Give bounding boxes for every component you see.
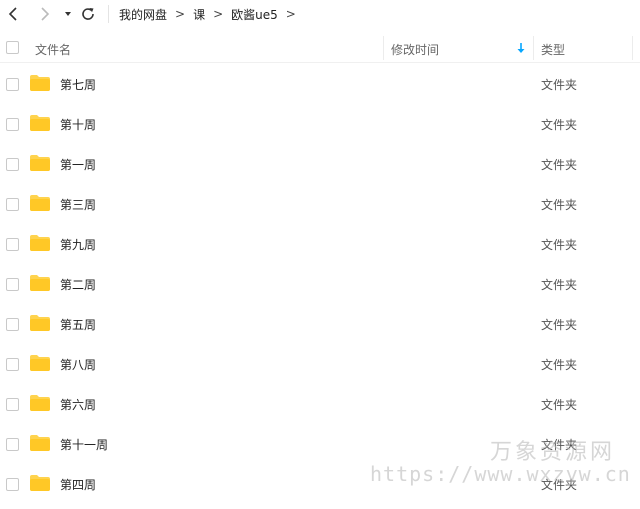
select-all-checkbox[interactable] — [6, 41, 19, 54]
file-name[interactable]: 第六周 — [60, 396, 96, 413]
folder-icon — [30, 315, 50, 331]
file-name[interactable]: 第八周 — [60, 356, 96, 373]
breadcrumb-separator: > — [175, 7, 186, 21]
row-checkbox[interactable] — [6, 478, 19, 491]
row-checkbox[interactable] — [6, 398, 19, 411]
file-type: 文件夹 — [541, 118, 578, 132]
file-name[interactable]: 第十周 — [60, 116, 96, 133]
file-type: 文件夹 — [541, 78, 578, 92]
file-type: 文件夹 — [541, 198, 578, 212]
list-item[interactable]: 第八周 文件夹 — [0, 344, 640, 384]
file-name[interactable]: 第十一周 — [60, 436, 108, 453]
chevron-right-icon — [41, 7, 50, 21]
file-type: 文件夹 — [541, 318, 578, 332]
list-item[interactable]: 第九周 文件夹 — [0, 224, 640, 264]
list-item[interactable]: 第一周 文件夹 — [0, 144, 640, 184]
folder-icon — [30, 355, 50, 371]
folder-icon — [30, 155, 50, 171]
breadcrumb-item-my-drive[interactable]: 我的网盘 — [119, 6, 167, 23]
column-divider[interactable] — [533, 36, 534, 60]
row-checkbox[interactable] — [6, 438, 19, 451]
list-item[interactable]: 第五周 文件夹 — [0, 304, 640, 344]
file-name[interactable]: 第七周 — [60, 76, 96, 93]
file-name[interactable]: 第四周 — [60, 476, 96, 493]
list-item[interactable]: 第六周 文件夹 — [0, 384, 640, 424]
row-checkbox[interactable] — [6, 318, 19, 331]
column-header-type[interactable]: 类型 — [541, 41, 565, 58]
list-item[interactable]: 第七周 文件夹 — [0, 64, 640, 104]
breadcrumb-item-course[interactable]: 课 — [193, 6, 205, 23]
folder-icon — [30, 275, 50, 291]
file-type: 文件夹 — [541, 358, 578, 372]
forward-button[interactable] — [34, 4, 54, 24]
column-header-modified[interactable]: 修改时间 — [391, 41, 439, 58]
folder-icon — [30, 75, 50, 91]
list-item[interactable]: 第三周 文件夹 — [0, 184, 640, 224]
breadcrumb: 我的网盘 > 课 > 欧酱ue5 > — [119, 5, 304, 23]
file-type: 文件夹 — [541, 398, 578, 412]
watermark-url: https://www.wxzyw.cn — [370, 462, 631, 486]
row-checkbox[interactable] — [6, 238, 19, 251]
folder-icon — [30, 395, 50, 411]
back-button[interactable] — [4, 4, 24, 24]
list-item[interactable]: 第十周 文件夹 — [0, 104, 640, 144]
file-name[interactable]: 第一周 — [60, 156, 96, 173]
arrow-down-icon[interactable] — [516, 42, 526, 54]
row-checkbox[interactable] — [6, 198, 19, 211]
file-type: 文件夹 — [541, 278, 578, 292]
folder-icon — [30, 115, 50, 131]
row-checkbox[interactable] — [6, 118, 19, 131]
breadcrumb-separator: > — [285, 7, 296, 21]
file-type: 文件夹 — [541, 238, 578, 252]
folder-icon — [30, 235, 50, 251]
refresh-button[interactable] — [78, 4, 98, 24]
file-name[interactable]: 第五周 — [60, 316, 96, 333]
file-type: 文件夹 — [541, 158, 578, 172]
folder-icon — [30, 435, 50, 451]
row-checkbox[interactable] — [6, 278, 19, 291]
column-header-filename[interactable]: 文件名 — [35, 41, 71, 58]
file-name[interactable]: 第二周 — [60, 276, 96, 293]
column-divider[interactable] — [632, 36, 633, 60]
row-checkbox[interactable] — [6, 358, 19, 371]
list-item[interactable]: 第二周 文件夹 — [0, 264, 640, 304]
breadcrumb-item-current-folder[interactable]: 欧酱ue5 — [231, 6, 278, 23]
toolbar: 我的网盘 > 课 > 欧酱ue5 > — [0, 0, 640, 30]
file-name[interactable]: 第三周 — [60, 196, 96, 213]
chevron-left-icon — [8, 7, 17, 21]
breadcrumb-separator: > — [213, 7, 224, 21]
history-dropdown-button[interactable] — [58, 4, 78, 24]
folder-icon — [30, 475, 50, 491]
toolbar-divider — [108, 5, 109, 23]
file-name[interactable]: 第九周 — [60, 236, 96, 253]
folder-icon — [30, 195, 50, 211]
file-list-header: 文件名 修改时间 类型 — [0, 33, 640, 63]
refresh-icon — [82, 8, 94, 20]
column-divider[interactable] — [383, 36, 384, 60]
caret-down-icon — [65, 12, 71, 16]
row-checkbox[interactable] — [6, 78, 19, 91]
row-checkbox[interactable] — [6, 158, 19, 171]
